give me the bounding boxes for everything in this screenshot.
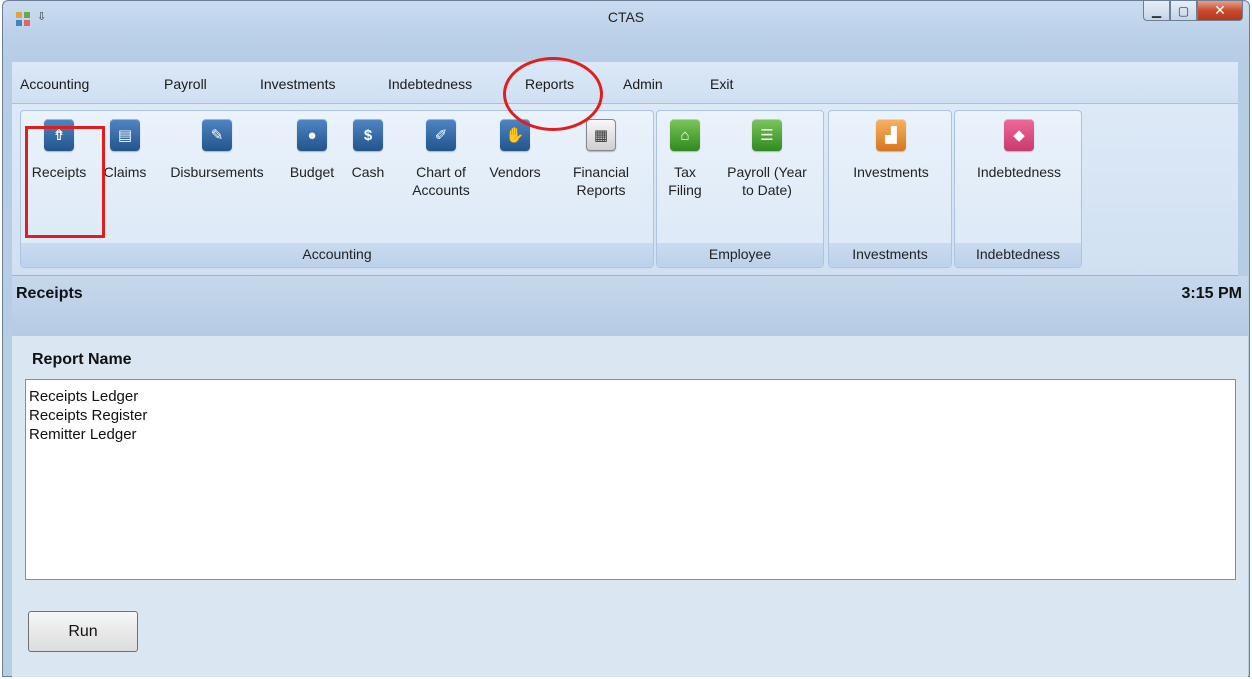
chart-of-accounts-label: Chart of Accounts <box>412 164 470 198</box>
tax-filing-label: Tax Filing <box>668 164 702 198</box>
disbursements-button[interactable]: ✎ Disbursements <box>157 119 277 181</box>
claims-button[interactable]: ▤ Claims <box>97 119 153 181</box>
cash-label: Cash <box>351 164 385 180</box>
financial-reports-button[interactable]: ▦ Financial Reports <box>563 119 639 199</box>
maximize-button[interactable]: ▢ <box>1170 1 1197 21</box>
claims-icon: ▤ <box>110 119 140 151</box>
highlight-oval <box>503 57 603 131</box>
menu-accounting[interactable]: Accounting <box>20 76 89 92</box>
budget-button[interactable]: ● Budget <box>283 119 341 181</box>
group-label-indebtedness: Indebtedness <box>955 243 1081 267</box>
close-button[interactable]: ✕ <box>1197 1 1243 21</box>
chart-of-accounts-button[interactable]: ✐ Chart of Accounts <box>403 119 479 199</box>
indebtedness-button[interactable]: ◆ Indebtedness <box>959 119 1079 181</box>
investment-chart-icon: ▟ <box>876 119 906 151</box>
financial-reports-label: Financial Reports <box>572 164 630 198</box>
report-listbox[interactable]: Receipts Ledger Receipts Register Remitt… <box>25 379 1236 580</box>
calculator-icon: ▦ <box>586 119 616 151</box>
list-item[interactable]: Remitter Ledger <box>29 425 1232 444</box>
vendors-label: Vendors <box>489 164 541 180</box>
group-label-accounting: Accounting <box>21 243 653 267</box>
menu-investments[interactable]: Investments <box>260 76 335 92</box>
menu-bar: Accounting Payroll Investments Indebtedn… <box>12 62 1238 104</box>
page-title: Receipts <box>16 285 83 302</box>
ribbon-group-employee: ⌂ Tax Filing ☰ Payroll (Year to Date) Em… <box>656 110 824 268</box>
title-bar: ⇩ CTAS ▁ ▢ ✕ <box>3 1 1249 63</box>
bank-building-icon: ⌂ <box>670 119 700 151</box>
close-icon: ✕ <box>1214 2 1226 18</box>
indebtedness-label: Indebtedness <box>976 164 1062 180</box>
disbursements-label: Disbursements <box>170 164 264 180</box>
ribbon-group-indebtedness: ◆ Indebtedness Indebtedness <box>954 110 1082 268</box>
ribbon: ⇮ Receipts ▤ Claims ✎ Disbursements ● Bu… <box>12 104 1238 276</box>
disbursements-icon: ✎ <box>202 119 232 151</box>
menu-exit[interactable]: Exit <box>710 76 733 92</box>
report-name-heading: Report Name <box>32 351 132 368</box>
group-label-employee: Employee <box>657 243 823 267</box>
maximize-icon: ▢ <box>1177 3 1190 18</box>
menu-payroll[interactable]: Payroll <box>164 76 207 92</box>
investments-button[interactable]: ▟ Investments <box>833 119 949 181</box>
menu-admin[interactable]: Admin <box>623 76 663 92</box>
menu-indebtedness[interactable]: Indebtedness <box>388 76 472 92</box>
content-area: Report Name Receipts Ledger Receipts Reg… <box>12 336 1248 677</box>
tax-filing-button[interactable]: ⌂ Tax Filing <box>661 119 709 199</box>
cash-button[interactable]: $ Cash <box>343 119 393 181</box>
budget-label: Budget <box>289 164 335 180</box>
piggy-bank-icon: ● <box>297 119 327 151</box>
payroll-document-icon: ☰ <box>752 119 782 151</box>
list-item[interactable]: Receipts Register <box>29 406 1232 425</box>
cash-icon: $ <box>353 119 383 151</box>
run-button[interactable]: Run <box>28 611 138 652</box>
window-title: CTAS <box>607 9 645 25</box>
clock: 3:15 PM <box>1181 285 1242 302</box>
minimize-icon: ▁ <box>1151 3 1162 18</box>
list-item[interactable]: Receipts Ledger <box>29 387 1232 406</box>
ribbon-group-accounting: ⇮ Receipts ▤ Claims ✎ Disbursements ● Bu… <box>20 110 654 268</box>
window-controls: ▁ ▢ ✕ <box>1143 1 1243 21</box>
indebtedness-icon: ◆ <box>1004 119 1034 151</box>
investments-label: Investments <box>853 164 929 180</box>
claims-label: Claims <box>103 164 147 180</box>
group-label-investments: Investments <box>829 243 951 267</box>
page-header: Receipts 3:15 PM <box>12 276 1248 336</box>
chart-of-accounts-icon: ✐ <box>426 119 456 151</box>
highlight-rectangle <box>25 126 105 238</box>
payroll-ytd-label: Payroll (Year to Date) <box>727 164 807 198</box>
ribbon-group-investments: ▟ Investments Investments <box>828 110 952 268</box>
payroll-ytd-button[interactable]: ☰ Payroll (Year to Date) <box>713 119 821 199</box>
minimize-button[interactable]: ▁ <box>1143 1 1170 21</box>
